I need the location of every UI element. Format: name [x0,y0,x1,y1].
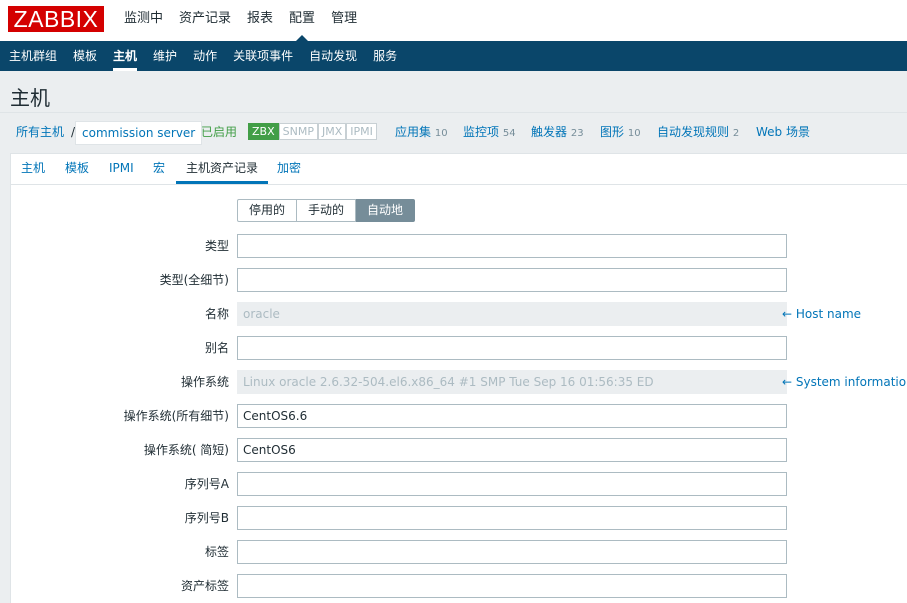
field-label: 序列号B [184,511,229,525]
field-label: 类型(全细节) [159,273,229,287]
serial-b-input[interactable] [237,506,787,530]
tab-templates[interactable]: 模板 [65,154,89,183]
zabbix-logo[interactable]: ZABBIX [8,6,104,32]
field-label: 操作系统 [180,375,229,389]
os-full-input[interactable] [237,404,787,428]
link-discovery-rules[interactable]: 自动发现规则 2 [657,120,739,146]
submenu-actions[interactable]: 动作 [185,41,225,71]
tab-host-inventory[interactable]: 主机资产记录 [186,154,258,183]
page-title: 主机 [10,86,50,110]
submenu-discovery[interactable]: 自动发现 [301,41,365,71]
link-graphs[interactable]: 图形 10 [600,120,641,146]
field-label: 序列号A [184,477,229,491]
breadcrumb-all-hosts[interactable]: 所有主机 [16,120,64,144]
form-row-os: 操作系统 ← System information [11,370,907,394]
tab-macros[interactable]: 宏 [153,154,165,183]
form-row-name: 名称 ← Host name [11,302,907,326]
field-label: 名称 [204,307,229,321]
menu-administration[interactable]: 管理 [323,0,365,41]
link-items[interactable]: 监控项 54 [463,120,516,146]
form-row-tag: 标签 [11,540,907,564]
field-label: 操作系统( 简短) [143,443,229,457]
form-row-type-full: 类型(全细节) [11,268,907,292]
field-label: 类型 [204,239,229,253]
name-input [237,302,787,326]
snmp-availability-badge: SNMP [278,123,318,140]
field-label: 别名 [204,341,229,355]
link-items-count: 54 [502,128,516,139]
form-row-alias: 别名 [11,336,907,360]
submenu-maintenance[interactable]: 维护 [145,41,185,71]
inventory-mode-selector: 停用的 手动的 自动地 [237,199,416,222]
os-input [237,370,787,394]
tab-host[interactable]: 主机 [21,154,45,183]
type-full-input[interactable] [237,268,787,292]
header-divider [0,112,907,113]
sub-menu: 主机群组 模板 主机 维护 动作 关联项事件 自动发现 服务 [0,41,907,71]
serial-a-input[interactable] [237,472,787,496]
link-graphs-count: 10 [627,128,641,139]
submenu-services[interactable]: 服务 [365,41,405,71]
asset-tag-input[interactable] [237,574,787,598]
link-graphs-label[interactable]: 图形 [600,125,624,139]
form-row-os-short: 操作系统( 简短) [11,438,907,462]
link-discovery-rules-count: 2 [732,128,740,139]
link-discovery-rules-label[interactable]: 自动发现规则 [657,125,729,139]
link-applications-label[interactable]: 应用集 [395,125,431,139]
top-header: ZABBIX 监测中 资产记录 报表 配置 管理 [0,0,907,41]
host-name-hint[interactable]: ← Host name [782,302,861,326]
zbx-availability-badge: ZBX [248,123,279,140]
breadcrumb-current-host[interactable]: commission server [75,121,203,145]
link-triggers-label[interactable]: 触发器 [531,125,567,139]
menu-monitoring[interactable]: 监测中 [116,0,171,41]
form-row-os-full: 操作系统(所有细节) [11,404,907,428]
link-applications-count: 10 [434,128,448,139]
submenu-host-groups[interactable]: 主机群组 [0,41,65,71]
menu-configuration[interactable]: 配置 [281,0,323,41]
inventory-mode-disabled[interactable]: 停用的 [237,199,298,222]
alias-input[interactable] [237,336,787,360]
form-row-serial-a: 序列号A [11,472,907,496]
link-triggers-count: 23 [570,128,584,139]
tag-input[interactable] [237,540,787,564]
tab-encryption[interactable]: 加密 [277,154,301,183]
form-row-asset-tag: 资产标签 [11,574,907,598]
host-status-enabled[interactable]: 已启用 [201,120,237,144]
form-row-serial-b: 序列号B [11,506,907,530]
active-tab-indicator [176,181,268,184]
inventory-mode-manual[interactable]: 手动的 [297,199,357,222]
field-label: 操作系统(所有细节) [123,409,229,423]
os-short-input[interactable] [237,438,787,462]
type-input[interactable] [237,234,787,258]
breadcrumb: 所有主机 / commission server 已启用 ZBX SNMP JM… [0,120,907,146]
jmx-availability-badge: JMX [317,123,347,140]
link-items-label[interactable]: 监控项 [463,125,499,139]
link-applications[interactable]: 应用集 10 [395,120,448,146]
system-information-hint[interactable]: ← System information [782,370,907,394]
link-web-scenarios[interactable]: Web 场景 [756,120,810,144]
link-web-scenarios-label[interactable]: Web 场景 [756,125,810,139]
menu-reports[interactable]: 报表 [239,0,281,41]
submenu-templates[interactable]: 模板 [65,41,105,71]
link-triggers[interactable]: 触发器 23 [531,120,584,146]
field-label: 资产标签 [180,579,229,593]
form-row-type: 类型 [11,234,907,258]
submenu-event-correlation[interactable]: 关联项事件 [225,41,301,71]
host-form-panel: 主机 模板 IPMI 宏 主机资产记录 加密 停用的 手动的 自动地 类型 类型… [10,153,907,603]
inventory-mode-automatic[interactable]: 自动地 [356,199,416,222]
field-label: 标签 [204,545,229,559]
ipmi-availability-badge: IPMI [346,123,377,140]
menu-inventory[interactable]: 资产记录 [171,0,239,41]
tab-ipmi[interactable]: IPMI [109,154,134,183]
availability-indicators: ZBX SNMP JMX IPMI [248,123,377,140]
submenu-hosts[interactable]: 主机 [105,41,145,71]
form-tabs: 主机 模板 IPMI 宏 主机资产记录 加密 [11,154,907,185]
main-menu: 监测中 资产记录 报表 配置 管理 [116,0,365,41]
